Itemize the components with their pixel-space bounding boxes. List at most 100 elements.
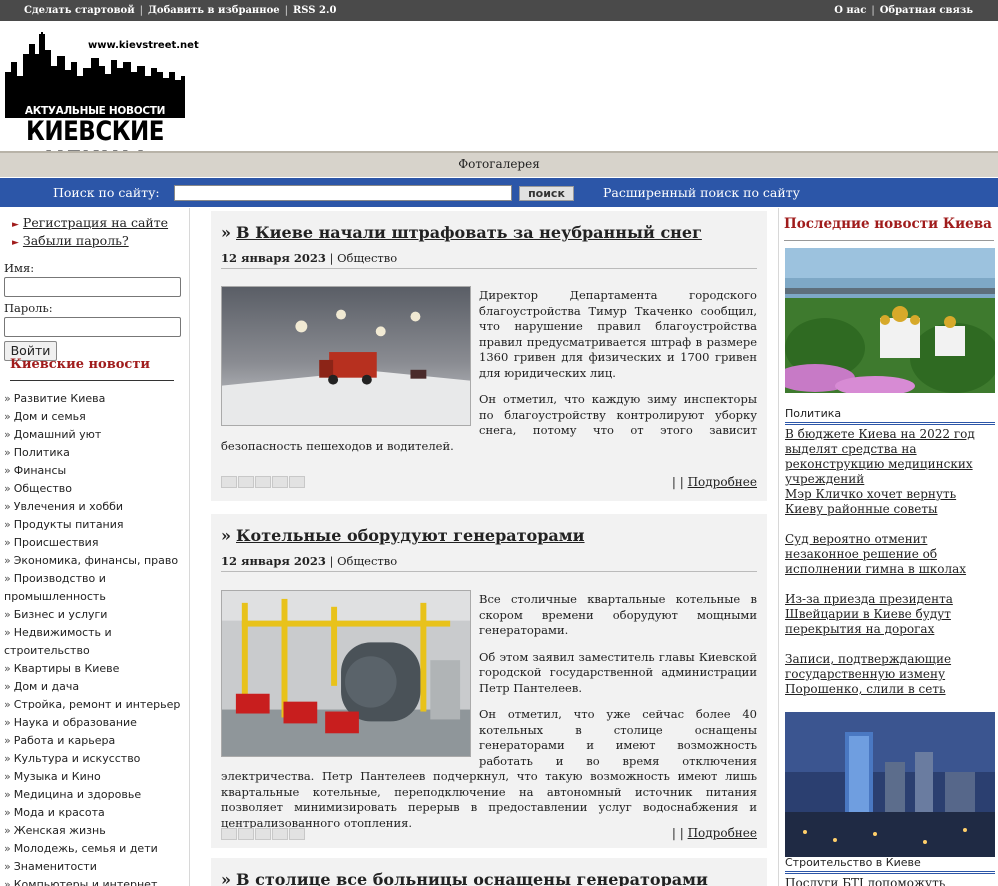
- bullet-icon: »: [4, 500, 11, 513]
- article-card: » В столице все больницы оснащены генерат…: [211, 858, 767, 886]
- arrow-bullet-icon: ►: [12, 220, 19, 230]
- bullet-icon: »: [4, 446, 11, 459]
- category-item[interactable]: » Стройка, ремонт и интерьер: [4, 696, 188, 714]
- bullet-icon: »: [4, 518, 11, 531]
- category-item[interactable]: » Домашний уют: [4, 426, 188, 444]
- article-more: | | Подробнее: [672, 475, 757, 489]
- auth-links: ► Регистрация на сайте ► Забыли пароль?: [12, 215, 168, 251]
- bullet-icon: »: [4, 842, 11, 855]
- forgot-password-link[interactable]: Забыли пароль?: [23, 233, 129, 248]
- site-url: www.kievstreet.net: [88, 40, 199, 51]
- read-more-link[interactable]: Подробнее: [688, 475, 757, 489]
- article-title: » В Киеве начали штрафовать за неубранный…: [221, 223, 702, 242]
- category-label: Молодежь, семья и дети: [13, 842, 158, 855]
- category-item[interactable]: » Наука и образование: [4, 714, 188, 732]
- category-item[interactable]: » Квартиры в Киеве: [4, 660, 188, 678]
- bullet-icon: »: [4, 752, 11, 765]
- news-link[interactable]: Суд вероятно отменит незаконное решение …: [785, 532, 990, 577]
- photo-caption[interactable]: Политика: [785, 407, 995, 425]
- article-category[interactable]: Общество: [337, 554, 397, 568]
- photo-caption[interactable]: Строительство в Киеве: [785, 856, 995, 874]
- category-item[interactable]: » Политика: [4, 444, 188, 462]
- kyiv-landscape-photo[interactable]: [785, 248, 995, 393]
- news-link[interactable]: Мэр Кличко хочет вернуть Киеву районные …: [785, 487, 990, 517]
- category-item[interactable]: » Медицина и здоровье: [4, 786, 188, 804]
- category-label: Происшествия: [13, 536, 99, 549]
- news-link[interactable]: Послуги БТІ допоможуть вирішити: [785, 876, 990, 886]
- category-item[interactable]: » Музыка и Кино: [4, 768, 188, 786]
- category-label: Продукты питания: [13, 518, 124, 531]
- arrow-bullet-icon: ►: [12, 238, 19, 248]
- category-label: Домашний уют: [13, 428, 102, 441]
- news-link[interactable]: В бюджете Киева на 2022 год выделят сред…: [785, 427, 990, 487]
- article-title-link[interactable]: В столице все больницы оснащены генерато…: [236, 870, 708, 886]
- article-card: » В Киеве начали штрафовать за неубранный…: [211, 211, 767, 501]
- category-item[interactable]: » Молодежь, семья и дети: [4, 840, 188, 858]
- category-item[interactable]: » Финансы: [4, 462, 188, 480]
- category-item[interactable]: » Знаменитости: [4, 858, 188, 876]
- category-label: Знаменитости: [13, 860, 97, 873]
- bullet-icon: »: [4, 878, 11, 886]
- site-logo[interactable]: www.kievstreet.net АКТУАЛЬНЫЕ НОВОСТИ КИ…: [5, 32, 199, 177]
- rss-link[interactable]: RSS 2.0: [293, 5, 336, 16]
- category-item[interactable]: » Увлечения и хобби: [4, 498, 188, 516]
- category-label: Стройка, ремонт и интерьер: [13, 698, 181, 711]
- bullet-icon: »: [4, 410, 11, 423]
- bullet-icon: »: [4, 734, 11, 747]
- search-button[interactable]: поиск: [519, 186, 574, 201]
- name-field[interactable]: [4, 277, 181, 297]
- news-link[interactable]: Из-за приезда президента Швейцарии в Кие…: [785, 592, 990, 637]
- kyiv-night-city-photo[interactable]: [785, 712, 995, 857]
- make-start-page-link[interactable]: Сделать стартовой: [24, 5, 135, 16]
- category-item[interactable]: » Культура и искусство: [4, 750, 188, 768]
- search-bar: Поиск по сайту: поиск Расширенный поиск …: [0, 178, 998, 207]
- article-category[interactable]: Общество: [337, 251, 397, 265]
- category-item[interactable]: » Недвижимость и строительство: [4, 624, 188, 660]
- category-item[interactable]: » Работа и карьера: [4, 732, 188, 750]
- bullet-icon: »: [4, 680, 11, 693]
- category-label: Мода и красота: [13, 806, 105, 819]
- category-item[interactable]: » Дом и дача: [4, 678, 188, 696]
- about-link[interactable]: О нас: [834, 5, 866, 16]
- category-label: Финансы: [13, 464, 67, 477]
- site-name: КИЕВСКИЕ УЛИЦЫ: [26, 117, 164, 177]
- article-rating[interactable]: [221, 476, 305, 488]
- password-field[interactable]: [4, 317, 181, 337]
- category-item[interactable]: » Происшествия: [4, 534, 188, 552]
- article-title-link[interactable]: В Киеве начали штрафовать за неубранный …: [236, 223, 702, 242]
- password-label: Пароль:: [4, 301, 53, 315]
- left-sidebar: ► Регистрация на сайте ► Забыли пароль? Им…: [0, 208, 190, 886]
- article-rating[interactable]: [221, 828, 305, 840]
- category-item[interactable]: » Общество: [4, 480, 188, 498]
- photo-gallery-link[interactable]: Фотогалерея: [458, 157, 540, 171]
- category-item[interactable]: » Дом и семья: [4, 408, 188, 426]
- top-links-right: О нас | Обратная связь: [834, 5, 973, 16]
- category-item[interactable]: » Бизнес и услуги: [4, 606, 188, 624]
- bullet-icon: »: [4, 482, 11, 495]
- login-form: Имя: Пароль: Войти: [4, 261, 181, 361]
- category-item[interactable]: » Компьютеры и интернет: [4, 876, 188, 886]
- site-tagline: АКТУАЛЬНЫЕ НОВОСТИ КИЕВА: [5, 104, 185, 131]
- bullet-icon: »: [4, 464, 11, 477]
- category-label: Увлечения и хобби: [13, 500, 124, 513]
- category-item[interactable]: » Производство и промышленность: [4, 570, 188, 606]
- register-link[interactable]: Регистрация на сайте: [23, 215, 168, 230]
- advanced-search-link[interactable]: Расширенный поиск по сайту: [603, 185, 800, 200]
- bullet-icon: »: [4, 554, 11, 567]
- category-label: Производство и промышленность: [4, 572, 106, 603]
- latest-news-title: Последние новости Киева: [784, 216, 994, 241]
- category-item[interactable]: » Женская жизнь: [4, 822, 188, 840]
- category-item[interactable]: » Продукты питания: [4, 516, 188, 534]
- category-item[interactable]: » Развитие Киева: [4, 390, 188, 408]
- article-title-link[interactable]: Котельные оборудуют генераторами: [236, 526, 585, 545]
- category-label: Медицина и здоровье: [13, 788, 142, 801]
- category-item[interactable]: » Мода и красота: [4, 804, 188, 822]
- article-text: Директор Департамента городского благоус…: [221, 288, 757, 465]
- add-to-favorites-link[interactable]: Добавить в избранное: [148, 5, 280, 16]
- category-item[interactable]: » Экономика, финансы, право: [4, 552, 188, 570]
- main-content: » В Киеве начали штрафовать за неубранный…: [198, 208, 774, 886]
- news-link[interactable]: Записи, подтверждающие государственную и…: [785, 652, 990, 697]
- read-more-link[interactable]: Подробнее: [688, 826, 757, 840]
- feedback-link[interactable]: Обратная связь: [880, 5, 973, 16]
- search-input[interactable]: [174, 185, 512, 201]
